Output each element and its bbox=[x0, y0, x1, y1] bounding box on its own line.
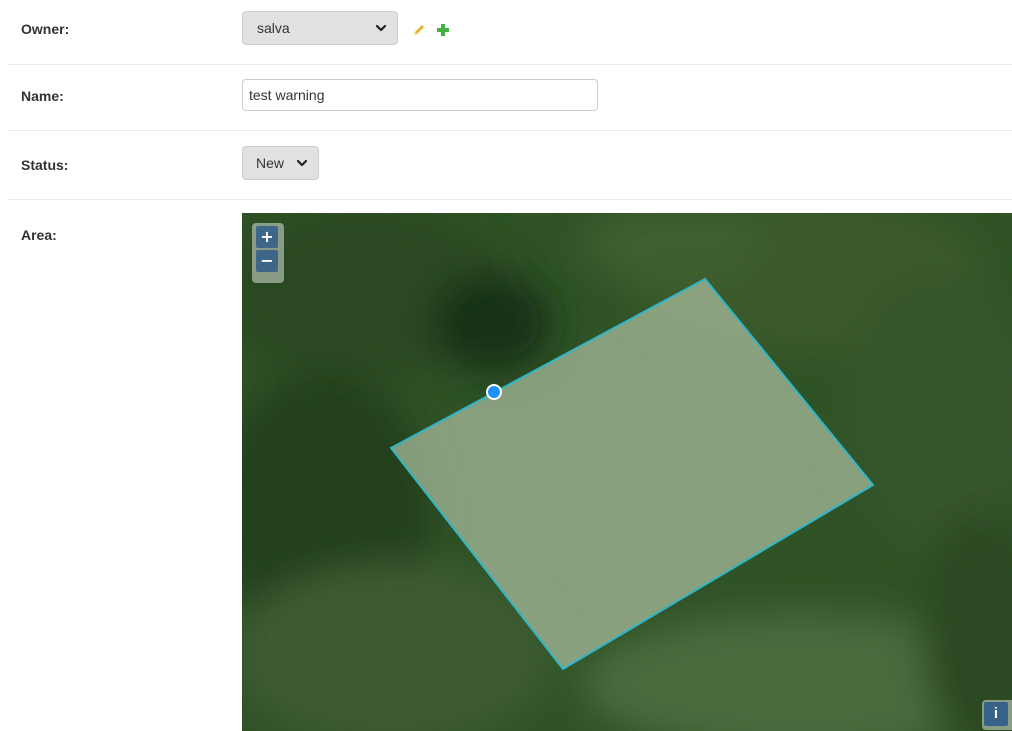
name-input[interactable] bbox=[242, 79, 598, 111]
area-label: Area: bbox=[21, 227, 57, 243]
satellite-imagery bbox=[242, 213, 1012, 731]
attribution-control: i bbox=[982, 700, 1012, 730]
chevron-down-icon bbox=[375, 24, 387, 32]
zoom-in-button[interactable]: + bbox=[256, 226, 278, 248]
owner-label: Owner: bbox=[21, 21, 70, 37]
polygon-vertex bbox=[486, 384, 502, 400]
zoom-control: + − bbox=[252, 223, 284, 283]
row-divider bbox=[8, 64, 1012, 65]
zoom-out-button[interactable]: − bbox=[256, 250, 278, 272]
plus-icon[interactable] bbox=[435, 22, 451, 38]
name-label: Name: bbox=[21, 88, 64, 104]
row-divider bbox=[8, 130, 1012, 131]
chevron-down-icon bbox=[296, 159, 308, 167]
pencil-icon[interactable] bbox=[411, 22, 427, 38]
status-label: Status: bbox=[21, 157, 69, 173]
area-map[interactable]: + − i bbox=[242, 213, 1012, 731]
row-divider bbox=[8, 199, 1012, 200]
owner-select-value: salva bbox=[257, 20, 290, 36]
status-select[interactable]: New bbox=[242, 146, 319, 180]
owner-select[interactable]: salva bbox=[242, 11, 398, 45]
status-select-value: New bbox=[256, 155, 285, 171]
info-button[interactable]: i bbox=[984, 702, 1008, 726]
change-form: Owner: salva Name: Status: New Area: bbox=[0, 0, 1012, 731]
